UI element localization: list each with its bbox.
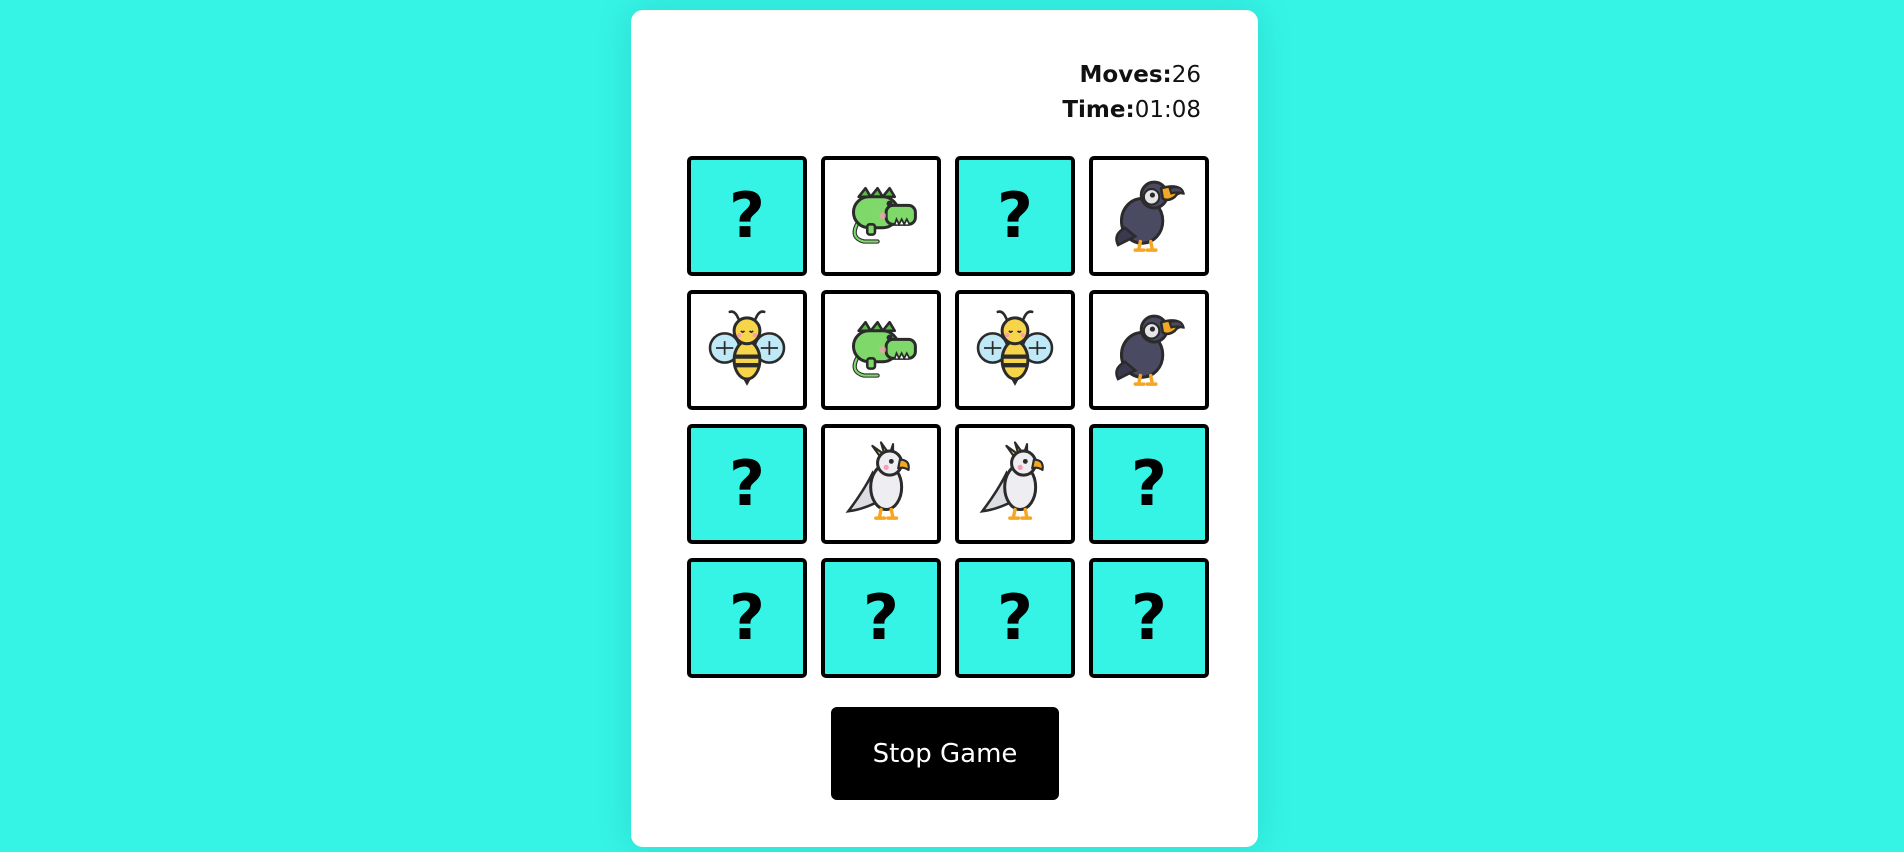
- time-label: Time:: [1062, 97, 1135, 123]
- game-panel: Moves:26 Time:01:08 ? ? ? ? ? ? ? ? Stop…: [631, 10, 1258, 847]
- card-revealed-bee[interactable]: [687, 290, 807, 410]
- card-hidden[interactable]: ?: [687, 156, 807, 276]
- question-mark-icon: ?: [863, 581, 899, 654]
- toucan-icon: [1106, 305, 1192, 395]
- card-revealed-cockatoo[interactable]: [821, 424, 941, 544]
- moves-label: Moves:: [1079, 62, 1172, 88]
- stop-game-button[interactable]: Stop Game: [831, 707, 1059, 800]
- question-mark-icon: ?: [997, 581, 1033, 654]
- card-hidden[interactable]: ?: [687, 558, 807, 678]
- card-hidden[interactable]: ?: [821, 558, 941, 678]
- card-revealed-toucan[interactable]: [1089, 290, 1209, 410]
- question-mark-icon: ?: [729, 447, 765, 520]
- question-mark-icon: ?: [997, 179, 1033, 252]
- moves-value: 26: [1171, 62, 1201, 88]
- question-mark-icon: ?: [1131, 447, 1167, 520]
- card-revealed-toucan[interactable]: [1089, 156, 1209, 276]
- time-value: 01:08: [1134, 97, 1201, 123]
- question-mark-icon: ?: [729, 581, 765, 654]
- crocodile-icon: [838, 171, 924, 261]
- time-counter: Time:01:08: [1062, 93, 1201, 128]
- card-revealed-cockatoo[interactable]: [955, 424, 1075, 544]
- card-revealed-crocodile[interactable]: [821, 156, 941, 276]
- toucan-icon: [1106, 171, 1192, 261]
- stats: Moves:26 Time:01:08: [1062, 58, 1201, 128]
- card-hidden[interactable]: ?: [955, 558, 1075, 678]
- question-mark-icon: ?: [1131, 581, 1167, 654]
- card-hidden[interactable]: ?: [1089, 558, 1209, 678]
- card-hidden[interactable]: ?: [955, 156, 1075, 276]
- crocodile-icon: [838, 305, 924, 395]
- card-grid: ? ? ? ? ? ? ? ?: [687, 156, 1209, 678]
- card-revealed-bee[interactable]: [955, 290, 1075, 410]
- moves-counter: Moves:26: [1062, 58, 1201, 93]
- bee-icon: [704, 305, 790, 395]
- bee-icon: [972, 305, 1058, 395]
- question-mark-icon: ?: [729, 179, 765, 252]
- card-hidden[interactable]: ?: [1089, 424, 1209, 544]
- card-revealed-crocodile[interactable]: [821, 290, 941, 410]
- cockatoo-icon: [972, 439, 1058, 529]
- cockatoo-icon: [838, 439, 924, 529]
- card-hidden[interactable]: ?: [687, 424, 807, 544]
